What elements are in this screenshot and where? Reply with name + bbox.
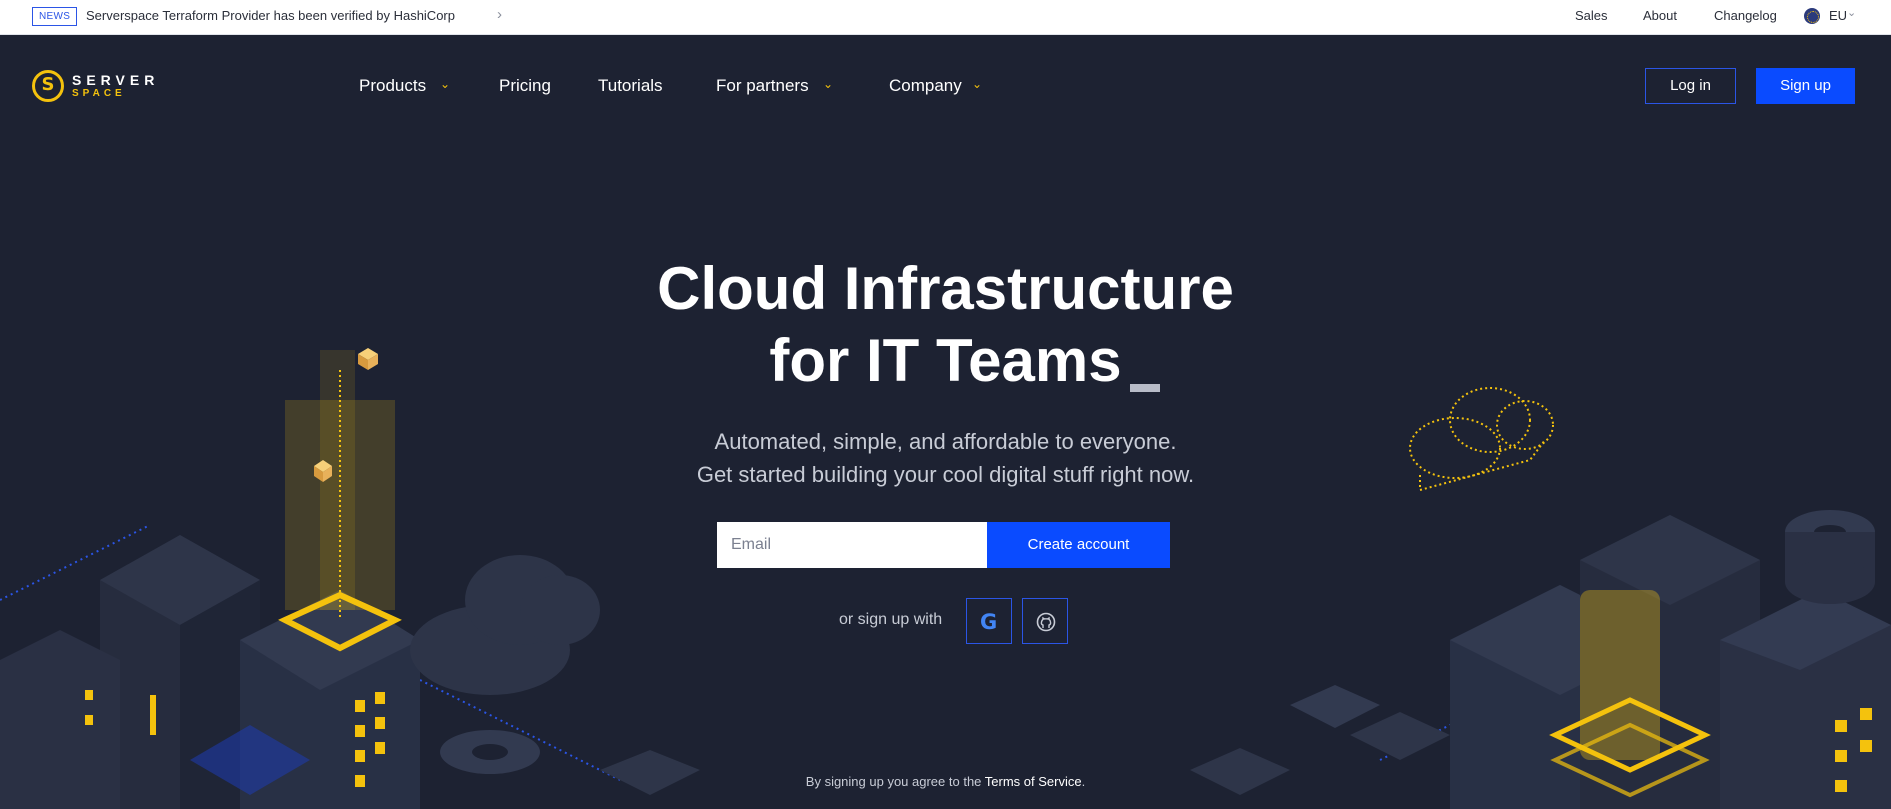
about-link[interactable]: About xyxy=(1643,8,1677,23)
sales-link[interactable]: Sales xyxy=(1575,8,1608,23)
social-signup-label: or sign up with xyxy=(839,611,943,628)
chevron-down-icon[interactable]: ⌄ xyxy=(440,77,450,91)
nav-for-partners[interactable]: For partners xyxy=(716,76,809,96)
globe-icon[interactable] xyxy=(1804,8,1820,24)
google-icon: G xyxy=(980,610,998,634)
chevron-right-icon[interactable]: › xyxy=(497,6,502,23)
github-icon xyxy=(1036,612,1056,632)
github-signup-button[interactable] xyxy=(1022,598,1068,644)
hero-title-line2: for IT Teams xyxy=(769,327,1122,394)
nav-tutorials[interactable]: Tutorials xyxy=(598,76,663,96)
chevron-down-icon[interactable]: ⌄ xyxy=(1847,6,1856,19)
google-signup-button[interactable]: G xyxy=(966,598,1012,644)
create-account-button[interactable]: Create account xyxy=(987,522,1170,568)
announcement-link[interactable]: Serverspace Terraform Provider has been … xyxy=(86,8,455,23)
hero-subtitle-line2: Get started building your cool digital s… xyxy=(696,462,1195,487)
email-field[interactable] xyxy=(717,522,987,568)
region-selector[interactable]: EU xyxy=(1829,8,1847,23)
hero-title-line1: Cloud Infrastructure xyxy=(657,255,1234,322)
logo-text-bottom: SPACE xyxy=(72,88,126,99)
hero-subtitle-line1: Automated, simple, and affordable to eve… xyxy=(714,429,1177,454)
chevron-down-icon[interactable]: ⌄ xyxy=(823,77,833,91)
nav-products[interactable]: Products xyxy=(359,76,426,96)
announcement-bar: NEWS Serverspace Terraform Provider has … xyxy=(0,0,1891,35)
changelog-link[interactable]: Changelog xyxy=(1714,8,1777,23)
chevron-down-icon[interactable]: ⌄ xyxy=(972,77,982,91)
terms-of-service-link[interactable]: Terms of Service xyxy=(985,774,1082,789)
logo-text-top: SERVER xyxy=(72,72,160,88)
signup-button[interactable]: Sign up xyxy=(1756,68,1855,104)
typing-cursor xyxy=(1130,384,1160,392)
serverspace-logo-icon[interactable] xyxy=(32,70,64,102)
terms-notice: By signing up you agree to the Terms of … xyxy=(805,774,1086,789)
nav-company[interactable]: Company xyxy=(889,76,962,96)
login-button[interactable]: Log in xyxy=(1645,68,1736,104)
news-badge: NEWS xyxy=(32,7,78,26)
nav-pricing[interactable]: Pricing xyxy=(499,76,551,96)
hero-illustration xyxy=(0,348,1891,809)
